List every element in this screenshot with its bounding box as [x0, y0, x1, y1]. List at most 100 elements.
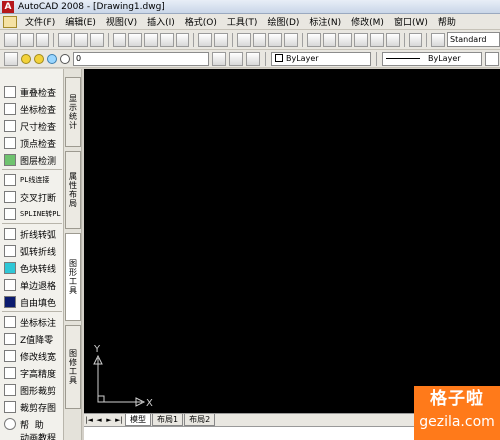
tab-graphic-tools[interactable]: 图形工具	[65, 233, 81, 321]
arc-polyline-icon	[4, 245, 16, 257]
tab-property-layout[interactable]: 属性布局	[65, 151, 81, 229]
zoom-window-icon[interactable]	[268, 32, 283, 47]
sidebar-item-label: PL线连接	[20, 176, 50, 184]
tab-model[interactable]: 模型	[125, 414, 151, 426]
prev-tab-icon[interactable]: ◄	[94, 415, 104, 425]
layer-manager-icon[interactable]	[4, 51, 18, 66]
layer-states-icon[interactable]	[246, 51, 260, 66]
sidebar-item-layer-check[interactable]: 图层检测	[0, 152, 64, 168]
lineweight-control[interactable]	[485, 51, 499, 66]
menu-help[interactable]: 帮助	[433, 15, 461, 28]
sidebar-item-lineweight[interactable]: 修改线宽	[0, 348, 64, 364]
sidebar-item-label: 色块转线	[20, 264, 57, 275]
toolbar-separator	[426, 32, 428, 47]
color-block-icon	[4, 262, 16, 274]
markup-icon[interactable]	[370, 32, 384, 47]
last-tab-icon[interactable]: ►|	[114, 415, 124, 425]
tool-palettes-icon[interactable]	[338, 32, 353, 47]
menu-file[interactable]: 文件(F)	[20, 15, 60, 28]
tab-label: 图形工具	[68, 259, 78, 295]
redo-icon[interactable]	[214, 32, 228, 47]
text-style-select[interactable]: Standard	[447, 32, 500, 47]
sidebar-item-cross-break[interactable]: 交叉打断	[0, 189, 64, 205]
menu-dimension[interactable]: 标注(N)	[304, 15, 346, 28]
cut-icon[interactable]	[112, 32, 127, 47]
layer-thaw-icon	[34, 53, 44, 64]
standard-toolbar: Standard	[0, 30, 500, 50]
help-toolbar-icon[interactable]	[408, 32, 423, 47]
linetype-control[interactable]: ByLayer	[382, 51, 482, 66]
z-zero-icon	[4, 333, 16, 345]
menu-modify[interactable]: 修改(M)	[346, 15, 389, 28]
sidebar-item-fill-color[interactable]: 自由填色	[0, 294, 64, 310]
sidebar-item-clip[interactable]: 图形裁剪	[0, 382, 64, 398]
autocad-logo-icon[interactable]: A	[2, 0, 14, 13]
menu-window[interactable]: 窗口(W)	[389, 15, 433, 28]
properties-icon[interactable]	[306, 32, 321, 47]
new-file-icon[interactable]	[4, 32, 18, 47]
sidebar-item-help[interactable]: 帮 助	[0, 416, 64, 432]
coord-dim-icon	[4, 316, 16, 328]
sidebar-item-clip-save[interactable]: 裁剪存图	[0, 399, 64, 415]
sidebar-item-arc-polyline[interactable]: 弧转折线	[0, 243, 64, 259]
paste-icon[interactable]	[144, 32, 158, 47]
sidebar-item-pline-join[interactable]: PL线连接	[0, 172, 64, 188]
zoom-realtime-icon[interactable]	[252, 32, 267, 47]
undo-icon[interactable]	[198, 32, 213, 47]
toolbar-separator	[231, 32, 233, 47]
layer-select[interactable]: 0	[73, 51, 209, 66]
tab-layout2[interactable]: 布局2	[184, 414, 216, 426]
menu-tools[interactable]: 工具(T)	[222, 15, 263, 28]
sidebar-item-label: 坐标标注	[20, 318, 57, 329]
ucs-x-label: X	[146, 398, 153, 409]
make-object-layer-current-icon[interactable]	[212, 51, 226, 66]
tab-layout1[interactable]: 布局1	[152, 414, 184, 426]
zoom-previous-icon[interactable]	[284, 32, 298, 47]
print-preview-icon[interactable]	[74, 32, 88, 47]
block-editor-icon[interactable]	[175, 32, 190, 47]
overlap-check-icon	[4, 86, 16, 98]
next-tab-icon[interactable]: ►	[104, 415, 114, 425]
document-menu-icon[interactable]	[3, 15, 17, 28]
clip-save-icon	[4, 401, 16, 413]
layer-color-icon	[60, 53, 70, 64]
tab-repair-tools[interactable]: 图修工具	[65, 325, 81, 409]
ucs-icon: Y X	[93, 344, 153, 409]
calculator-icon[interactable]	[385, 32, 400, 47]
menu-insert[interactable]: 插入(I)	[142, 15, 180, 28]
menu-draw[interactable]: 绘图(D)	[262, 15, 304, 28]
sidebar-separator	[2, 223, 62, 224]
match-properties-icon[interactable]	[159, 32, 174, 47]
sidebar-item-edge-offset[interactable]: 单边退格	[0, 277, 64, 293]
sidebar-item-text-height[interactable]: 字高精度	[0, 365, 64, 381]
color-control[interactable]: ByLayer	[271, 51, 371, 66]
first-tab-icon[interactable]: |◄	[84, 415, 94, 425]
tab-display-stats[interactable]: 显示统计	[65, 77, 81, 147]
menu-format[interactable]: 格式(O)	[180, 15, 222, 28]
print-icon[interactable]	[58, 32, 73, 47]
sidebar-item-dim-check[interactable]: 尺寸检查	[0, 118, 64, 134]
sidebar-item-vertex-check[interactable]: 顶点检查	[0, 135, 64, 151]
sheet-set-icon[interactable]	[354, 32, 368, 47]
menu-view[interactable]: 视图(V)	[101, 15, 142, 28]
sidebar-item-polyline-arc[interactable]: 折线转弧	[0, 226, 64, 242]
sidebar-separator	[2, 311, 62, 312]
save-icon[interactable]	[35, 32, 50, 47]
pan-icon[interactable]	[236, 32, 251, 47]
design-center-icon[interactable]	[322, 32, 337, 47]
open-file-icon[interactable]	[19, 32, 34, 47]
menu-edit[interactable]: 编辑(E)	[60, 15, 101, 28]
sidebar-item-overlap-check[interactable]: 重叠检查	[0, 84, 64, 100]
text-style-icon[interactable]	[431, 32, 446, 47]
sidebar-item-z-zero[interactable]: Z值降零	[0, 331, 64, 347]
publish-icon[interactable]	[89, 32, 104, 47]
copy-icon[interactable]	[128, 32, 143, 47]
sidebar-item-color-block[interactable]: 色块转线	[0, 260, 64, 276]
window-title: AutoCAD 2008 - [Drawing1.dwg]	[18, 1, 165, 12]
sidebar-item-tutorial[interactable]: 动画教程	[0, 431, 64, 440]
sidebar-item-coord-dim[interactable]: 坐标标注	[0, 314, 64, 330]
sidebar-item-coord-check[interactable]: 坐标检查	[0, 101, 64, 117]
layer-previous-icon[interactable]	[229, 51, 243, 66]
sidebar-item-spline-convert[interactable]: SPLINE转PL	[0, 206, 64, 222]
watermark-logo: 格子啦 gezila.com	[414, 386, 500, 440]
